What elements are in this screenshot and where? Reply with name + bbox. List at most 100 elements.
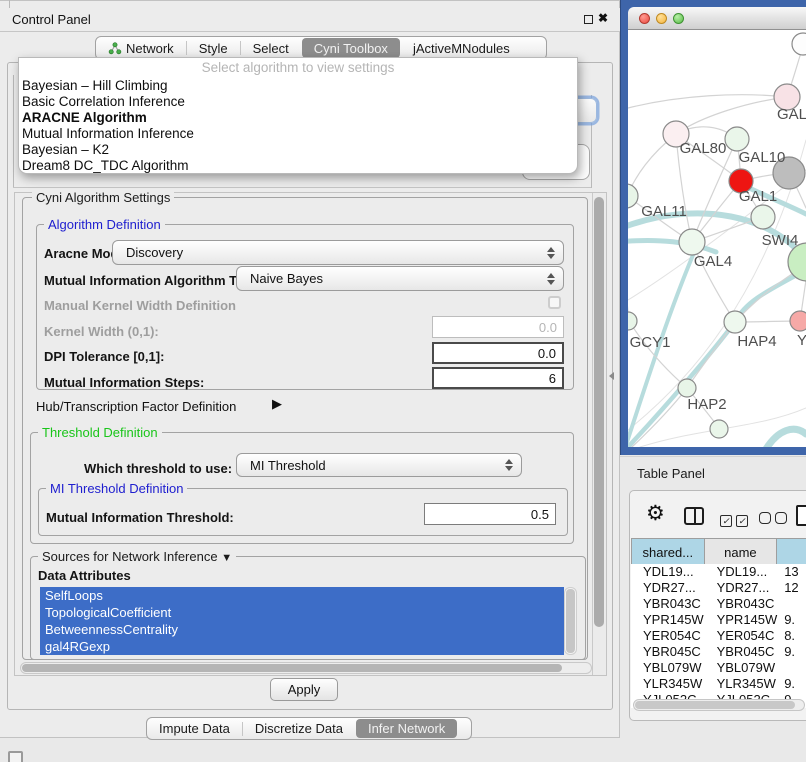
table-cell[interactable]: 13	[778, 564, 806, 580]
tab-infer-network[interactable]: Infer Network	[356, 719, 457, 738]
algorithm-dropdown-item[interactable]: Bayesian – Hill Climbing	[19, 78, 577, 94]
algorithm-dropdown-item[interactable]: Dream8 DC_TDC Algorithm	[19, 158, 577, 174]
network-node[interactable]	[790, 311, 806, 331]
table-row[interactable]: YDR27...YDR27...12	[631, 580, 806, 596]
settings-vertical-scrollbar-thumb[interactable]	[594, 197, 604, 627]
deselect-all-checkboxes-icon[interactable]	[759, 511, 791, 529]
table-cell[interactable]: 12	[778, 580, 806, 596]
expand-arrow-icon[interactable]: ▶	[272, 396, 282, 412]
table-cell[interactable]: 8.	[778, 628, 806, 644]
which-threshold-combobox[interactable]: MI Threshold	[236, 453, 522, 477]
table-header-shared-name[interactable]: shared...	[631, 538, 705, 566]
split-divider-arrow-icon[interactable]	[609, 372, 614, 380]
network-node[interactable]	[679, 229, 705, 255]
tab-jactivemnodules[interactable]: jActiveMNodules	[401, 37, 522, 59]
select-all-checkboxes-icon[interactable]: ✓✓	[720, 511, 752, 529]
table-cell[interactable]: YBL079W	[631, 660, 705, 676]
table-cell[interactable]: YDL19...	[631, 564, 705, 580]
close-panel-icon[interactable]: ✖	[598, 11, 608, 25]
table-cell[interactable]: YDR27...	[705, 580, 779, 596]
table-cell[interactable]: YDL19...	[705, 564, 779, 580]
tab-cyni-toolbox[interactable]: Cyni Toolbox	[302, 38, 400, 58]
network-edge[interactable]	[687, 322, 735, 388]
algorithm-dropdown-item[interactable]: Bayesian – K2	[19, 142, 577, 158]
algorithm-dropdown-item[interactable]: Mutual Information Inference	[19, 126, 577, 142]
window-zoom-button[interactable]	[673, 13, 684, 24]
network-node[interactable]	[751, 205, 775, 229]
new-table-icon[interactable]	[796, 505, 806, 526]
table-cell[interactable]: YBL079W	[705, 660, 779, 676]
network-window-titlebar[interactable]	[628, 7, 806, 30]
tab-impute-data[interactable]: Impute Data	[147, 718, 242, 739]
kernel-width-field[interactable]: 0.0	[432, 316, 564, 338]
network-node-label: Y	[797, 332, 806, 349]
table-cell[interactable]: YBR045C	[631, 644, 705, 660]
tab-select[interactable]: Select	[241, 37, 301, 59]
table-cell[interactable]	[778, 596, 806, 612]
collapse-arrow-icon[interactable]: ▼	[221, 552, 232, 564]
attributes-list-scrollbar-thumb[interactable]	[566, 589, 575, 653]
network-node[interactable]	[724, 311, 746, 333]
network-edge[interactable]	[766, 429, 806, 447]
table-cell[interactable]: YBR043C	[705, 596, 779, 612]
table-row[interactable]: YDL19...YDL19...13	[631, 564, 806, 580]
algorithm-definition-legend: Algorithm Definition	[44, 217, 165, 232]
table-header-name[interactable]: name	[705, 538, 778, 566]
algorithm-dropdown-item[interactable]: ARACNE Algorithm	[19, 110, 577, 126]
table-cell[interactable]: 9.	[778, 612, 806, 628]
data-attribute-item[interactable]: BetweennessCentrality	[40, 621, 564, 638]
network-node[interactable]	[725, 127, 749, 151]
table-cell[interactable]: YBR043C	[631, 596, 705, 612]
aracne-mode-combobox[interactable]: Discovery	[112, 240, 564, 265]
data-attribute-item[interactable]: SelfLoops	[40, 587, 564, 604]
table-cell[interactable]: YPR145W	[705, 612, 779, 628]
table-cell[interactable]: YPR145W	[631, 612, 705, 628]
network-canvas[interactable]: GALGAL80GAL10GAL1GAL11SWI4GAL4GCY1HAP4YH…	[628, 30, 806, 447]
table-cell[interactable]: 9.	[778, 644, 806, 660]
table-cell[interactable]: YLR345W	[705, 676, 779, 692]
tab-discretize-data[interactable]: Discretize Data	[243, 718, 355, 739]
window-close-button[interactable]	[639, 13, 650, 24]
window-minimize-button[interactable]	[656, 13, 667, 24]
table-row[interactable]: YPR145WYPR145W9.	[631, 612, 806, 628]
network-node[interactable]	[628, 312, 637, 330]
network-node[interactable]	[792, 33, 806, 55]
column-layout-icon[interactable]	[684, 507, 704, 525]
data-attribute-item[interactable]: gal4RGexp	[40, 638, 564, 655]
mi-threshold-field[interactable]: 0.5	[424, 503, 556, 525]
table-row[interactable]: YBR043CYBR043C	[631, 596, 806, 612]
table-cell[interactable]: YLR345W	[631, 676, 705, 692]
table-horizontal-scrollbar-thumb[interactable]	[635, 701, 795, 709]
mi-steps-field[interactable]: 6	[432, 367, 564, 389]
data-attribute-item[interactable]: TopologicalCoefficient	[40, 604, 564, 621]
docked-panel-icon[interactable]	[8, 751, 23, 762]
table-row[interactable]: YLR345WYLR345W9.	[631, 676, 806, 692]
table-cell[interactable]: 9.	[778, 676, 806, 692]
apply-button[interactable]: Apply	[270, 678, 338, 701]
dpi-tolerance-field[interactable]: 0.0	[432, 342, 564, 364]
table-cell[interactable]: YDR27...	[631, 580, 705, 596]
mi-algorithm-type-combobox[interactable]: Naive Bayes	[236, 266, 564, 291]
table-cell[interactable]: YER054C	[705, 628, 779, 644]
table-settings-gear-icon[interactable]: ⚙	[646, 502, 665, 526]
table-row[interactable]: YBL079WYBL079W	[631, 660, 806, 676]
network-node[interactable]	[628, 184, 638, 208]
table-header-partial[interactable]	[777, 538, 806, 566]
tab-style-label: Style	[199, 41, 228, 56]
network-node[interactable]	[710, 420, 728, 438]
table-cell[interactable]	[778, 660, 806, 676]
algorithm-dropdown-item[interactable]: Basic Correlation Inference	[19, 94, 577, 110]
manual-kernel-width-checkbox[interactable]	[548, 296, 561, 309]
tab-network[interactable]: Network	[96, 37, 186, 59]
table-row[interactable]: YER054CYER054C8.	[631, 628, 806, 644]
float-panel-icon[interactable]	[584, 15, 593, 24]
table-panel-divider	[620, 456, 806, 457]
tab-style[interactable]: Style	[187, 37, 240, 59]
table-cell[interactable]: YER054C	[631, 628, 705, 644]
network-node[interactable]	[678, 379, 696, 397]
hub-definition-label[interactable]: Hub/Transcription Factor Definition	[36, 399, 236, 414]
network-edge[interactable]	[628, 196, 629, 321]
table-cell[interactable]: YBR045C	[705, 644, 779, 660]
table-row[interactable]: YBR045CYBR045C9.	[631, 644, 806, 660]
settings-horizontal-scrollbar-thumb[interactable]	[22, 664, 562, 672]
